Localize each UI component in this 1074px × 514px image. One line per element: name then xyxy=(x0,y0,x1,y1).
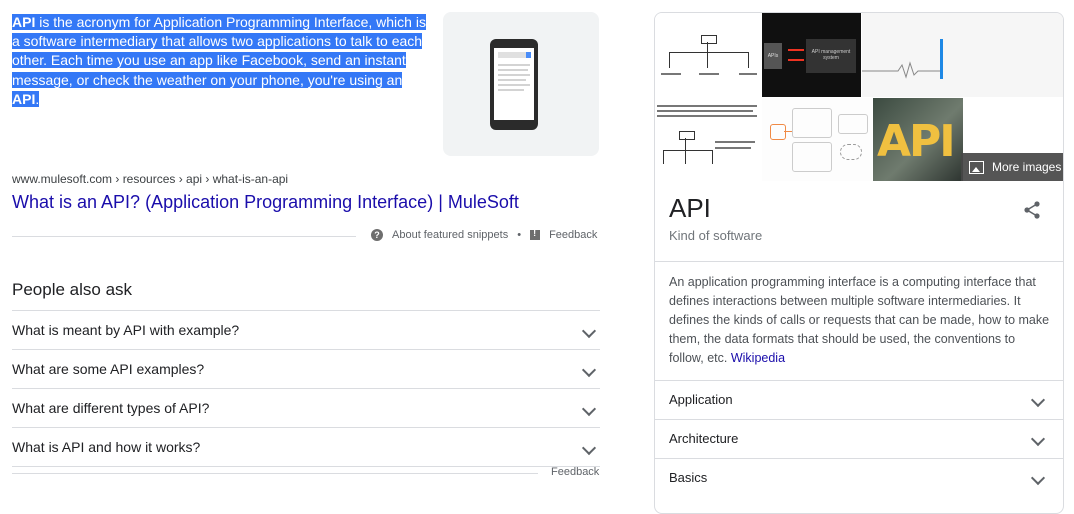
divider xyxy=(12,236,356,237)
api-letters-image[interactable]: API xyxy=(873,98,963,181)
help-icon: ? xyxy=(371,229,383,241)
snippet-period: . xyxy=(35,90,40,107)
section-label: Architecture xyxy=(669,431,739,446)
panel-section-basics[interactable]: Basics xyxy=(655,458,1063,497)
people-also-ask-list: What is meant by API with example? What … xyxy=(12,310,600,467)
image-grid[interactable]: APIs API management system API More imag… xyxy=(655,13,1063,181)
more-images-label: More images xyxy=(992,160,1062,174)
chevron-down-icon xyxy=(581,440,597,456)
chevron-down-icon xyxy=(581,362,597,378)
people-also-ask-heading: People also ask xyxy=(12,280,133,299)
image-icon xyxy=(969,160,984,174)
image-label: API management system xyxy=(806,39,856,73)
snippet-footer: ? About featured snippets • Feedback xyxy=(371,228,597,241)
chevron-down-icon xyxy=(581,401,597,417)
snippet-body: is the acronym for Application Programmi… xyxy=(12,14,426,88)
chevron-down-icon xyxy=(1030,470,1046,486)
about-featured-snippets-link[interactable]: About featured snippets xyxy=(392,229,508,241)
feedback-icon xyxy=(530,228,541,240)
paa-question-text: What are different types of API? xyxy=(12,400,210,416)
share-icon[interactable] xyxy=(1021,199,1043,221)
image-label: APIs xyxy=(764,43,782,69)
panel-description: An application programming interface is … xyxy=(669,273,1051,368)
paa-feedback-link[interactable]: Feedback xyxy=(551,466,599,478)
phone-icon xyxy=(490,39,538,130)
description-text: An application programming interface is … xyxy=(669,275,1050,365)
paa-question-text: What is API and how it works? xyxy=(12,439,201,455)
api-diagram-image[interactable] xyxy=(655,13,761,181)
chevron-down-icon xyxy=(1030,431,1046,447)
panel-title: API xyxy=(669,193,711,223)
knowledge-panel: APIs API management system API More imag… xyxy=(654,12,1064,514)
wikipedia-link[interactable]: Wikipedia xyxy=(731,351,785,365)
separator: • xyxy=(517,229,522,241)
snippet-term-end: API xyxy=(12,90,36,107)
paa-question[interactable]: What is API and how it works? xyxy=(12,427,600,467)
featured-snippet-text: API is the acronym for Application Progr… xyxy=(12,13,432,109)
chevron-down-icon xyxy=(581,323,597,339)
panel-section-architecture[interactable]: Architecture xyxy=(655,419,1063,458)
section-label: Basics xyxy=(669,470,708,485)
paa-question-text: What is meant by API with example? xyxy=(12,322,240,338)
section-label: Application xyxy=(669,392,733,407)
paa-question[interactable]: What are some API examples? xyxy=(12,349,600,388)
snippet-term: API xyxy=(12,14,36,30)
chevron-down-icon xyxy=(1030,392,1046,408)
panel-section-application[interactable]: Application xyxy=(655,380,1063,419)
paa-question[interactable]: What is meant by API with example? xyxy=(12,310,600,349)
image-label: API xyxy=(877,116,956,167)
api-management-image[interactable]: APIs API management system xyxy=(762,13,861,97)
divider xyxy=(655,261,1063,262)
snippet-feedback-link[interactable]: Feedback xyxy=(549,229,597,241)
result-title-link[interactable]: What is an API? (Application Programming… xyxy=(12,192,519,213)
more-images-button[interactable]: More images xyxy=(961,153,1063,181)
divider xyxy=(12,473,538,474)
snippet-thumbnail[interactable] xyxy=(443,12,599,156)
api-wave-image[interactable] xyxy=(862,13,1063,97)
panel-sections: Application Architecture Basics xyxy=(655,380,1063,497)
api-flow-image[interactable] xyxy=(762,98,872,181)
paa-question[interactable]: What are different types of API? xyxy=(12,388,600,427)
paa-question-text: What are some API examples? xyxy=(12,361,205,377)
result-cite: www.mulesoft.com › resources › api › wha… xyxy=(12,172,289,186)
panel-subtitle: Kind of software xyxy=(669,228,763,243)
